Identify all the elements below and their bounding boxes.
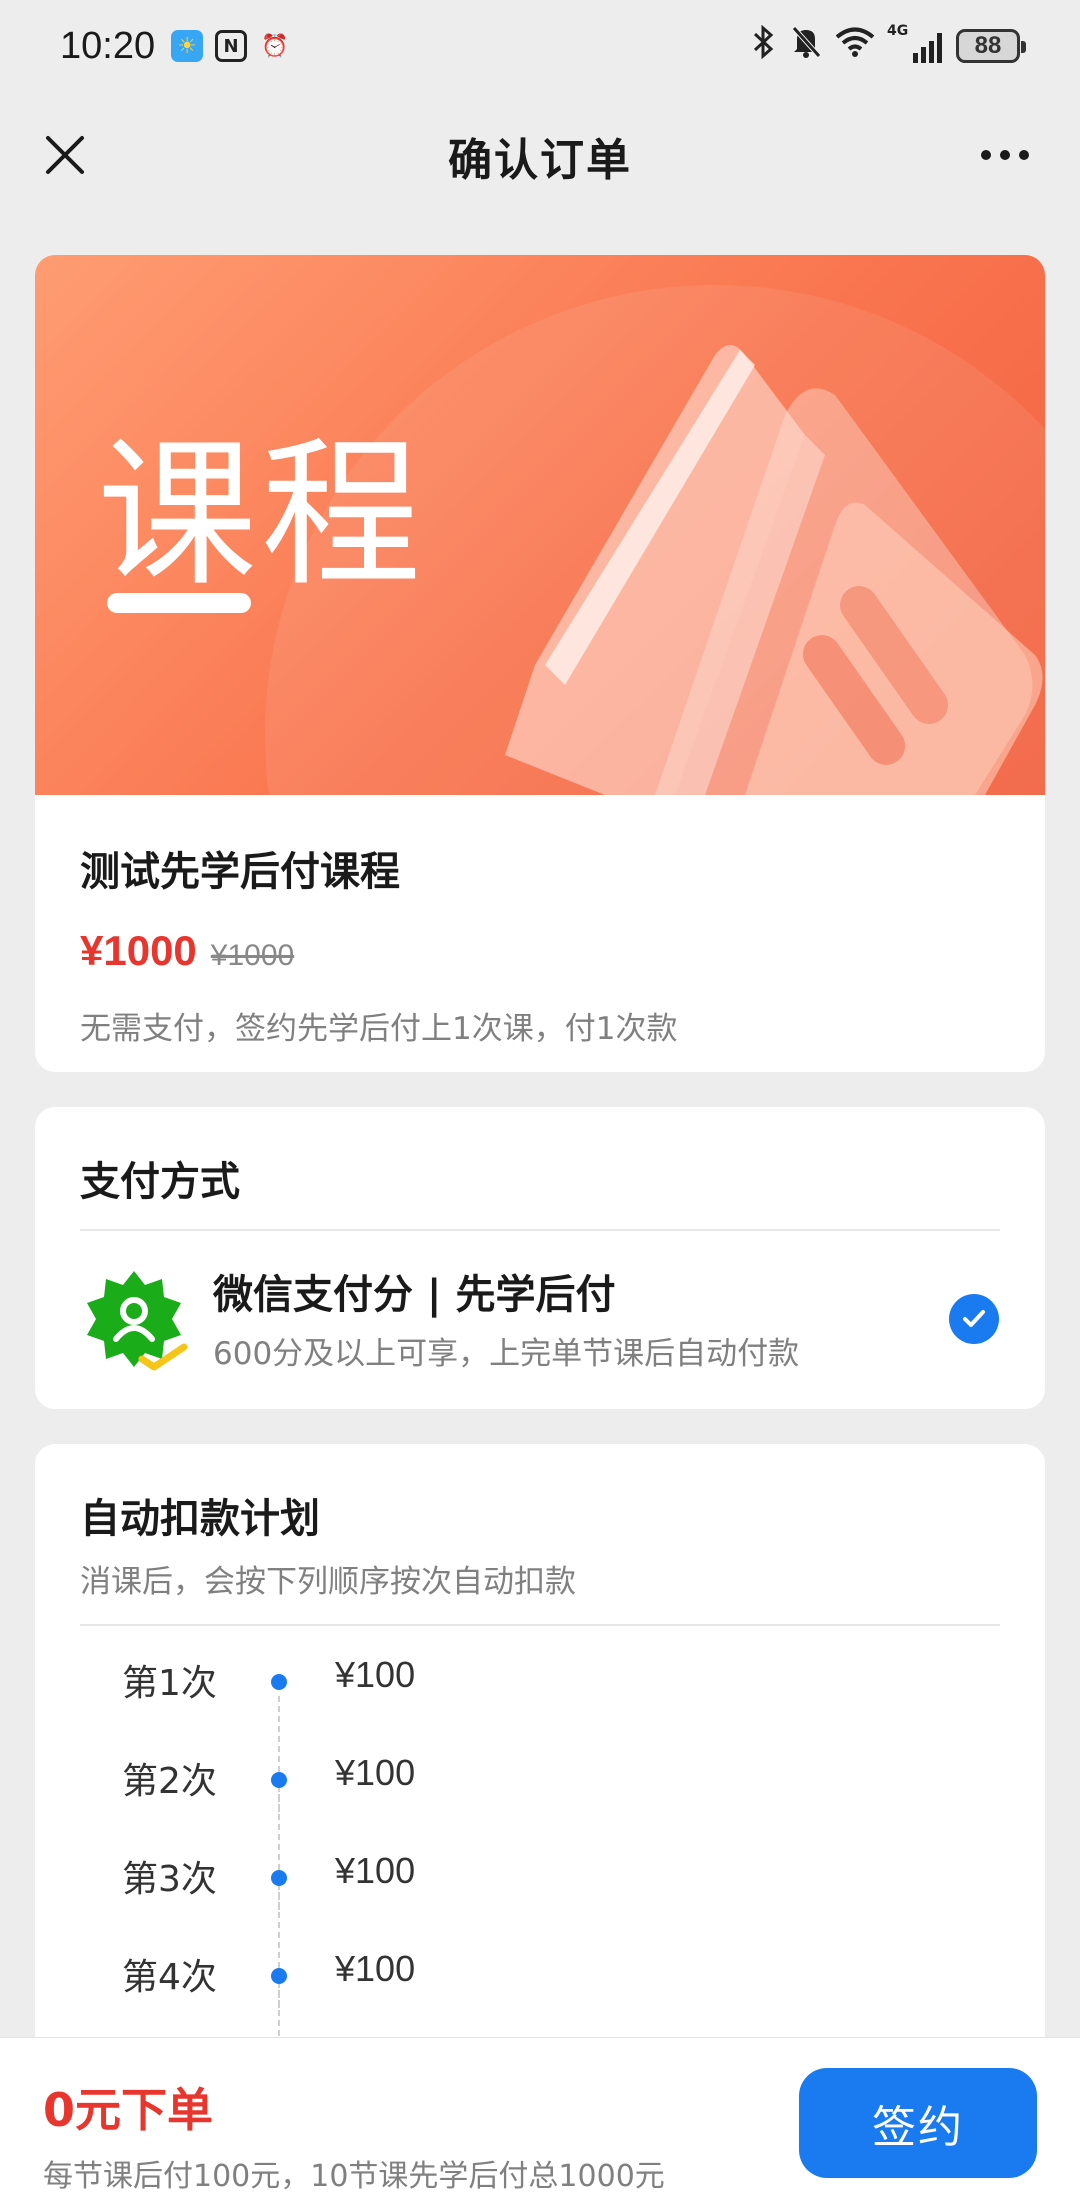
payment-method-card: 支付方式 微信支付分 | 先学后付 600分及以上可享，上完单节课后自动付款 <box>35 1107 1045 1409</box>
order-confirm-page: 10:20 ☀ N ⏰ 4G 88 确认订单 课程 测试先学后付课程 ¥1000… <box>0 0 1080 2204</box>
bottom-action-bar: 0元下单 每节课后付100元，10节课先学后付总1000元 签约 <box>0 2037 1080 2204</box>
payment-method-title: 微信支付分 | 先学后付 <box>213 1272 616 1318</box>
plan-item-amount: ¥100 <box>335 1654 416 1695</box>
wifi-icon <box>835 26 875 66</box>
more-button[interactable] <box>970 120 1040 190</box>
course-title: 测试先学后付课程 <box>80 849 400 895</box>
nfc-icon: N <box>215 30 248 62</box>
check-icon <box>963 1310 985 1327</box>
plan-item: 第2次 ¥100 <box>35 1752 1045 1910</box>
plan-item-amount: ¥100 <box>335 1850 416 1891</box>
alarm-icon: ⏰ <box>261 33 289 59</box>
order-headline: 0元下单 <box>43 2083 214 2137</box>
original-price: ¥1000 <box>210 939 295 972</box>
course-card: 课程 测试先学后付课程 ¥1000 ¥1000 无需支付，签约先学后付上1次课，… <box>35 255 1045 1072</box>
network-type: 4G <box>887 23 909 39</box>
timeline-dot-icon <box>271 1772 287 1788</box>
weather-icon: ☀ <box>171 30 204 62</box>
status-time: 10:20 <box>60 24 156 67</box>
mute-icon <box>791 25 821 67</box>
plan-item-label: 第1次 <box>122 1663 217 1704</box>
page-title: 确认订单 <box>448 135 632 186</box>
plan-item-label: 第3次 <box>122 1859 217 1900</box>
nav-bar: 确认订单 <box>0 92 1080 220</box>
course-description: 无需支付，签约先学后付上1次课，付1次款 <box>80 1011 678 1047</box>
status-right-icons: 4G 88 <box>751 23 1026 67</box>
plan-item-label: 第2次 <box>122 1761 217 1802</box>
order-detail: 每节课后付100元，10节课先学后付总1000元 <box>43 2159 665 2194</box>
plan-item-amount: ¥100 <box>335 1948 416 1989</box>
current-price: ¥1000 <box>80 927 197 974</box>
close-button[interactable] <box>30 120 100 190</box>
payment-method-description: 600分及以上可享，上完单节课后自动付款 <box>213 1336 800 1372</box>
timeline-dot-icon <box>271 1968 287 1984</box>
timeline-dot-icon <box>271 1674 287 1690</box>
banner-underline <box>107 593 251 613</box>
divider <box>80 1624 1000 1626</box>
sign-button[interactable]: 签约 <box>799 2068 1037 2178</box>
payment-section-title: 支付方式 <box>80 1159 240 1205</box>
wechat-pay-score-icon <box>87 1271 188 1371</box>
more-dot-icon <box>981 150 991 160</box>
plan-section-title: 自动扣款计划 <box>80 1496 320 1542</box>
plan-item: 第3次 ¥100 <box>35 1850 1045 2008</box>
book-icon <box>505 345 1043 795</box>
course-info: 测试先学后付课程 ¥1000 ¥1000 无需支付，签约先学后付上1次课，付1次… <box>35 795 1045 1048</box>
payment-selected-checkbox[interactable] <box>949 1294 999 1344</box>
status-left-icons: ☀ N ⏰ <box>171 30 291 62</box>
price-row: ¥1000 ¥1000 <box>80 927 1000 975</box>
status-bar: 10:20 ☀ N ⏰ 4G 88 <box>0 0 1080 92</box>
battery-indicator: 88 <box>956 29 1026 63</box>
bluetooth-icon <box>751 24 777 67</box>
timeline-dot-icon <box>271 1870 287 1886</box>
plan-item-amount: ¥100 <box>335 1752 416 1793</box>
more-dot-icon <box>1019 150 1029 160</box>
plan-item-label: 第4次 <box>122 1957 217 1998</box>
banner-text: 课程 <box>97 421 426 608</box>
plan-item: 第1次 ¥100 <box>35 1654 1045 1812</box>
signal-icon: 4G <box>887 23 942 63</box>
plan-subtitle: 消课后，会按下列顺序按次自动扣款 <box>80 1564 576 1600</box>
more-dot-icon <box>1000 150 1010 160</box>
close-icon <box>46 136 84 174</box>
plan-item: 第4次 ¥100 <box>35 1948 1045 2106</box>
course-banner: 课程 <box>35 255 1045 795</box>
plan-list: 第1次 ¥100 第2次 ¥100 第3次 ¥100 第4次 ¥100 <box>35 1654 1045 2106</box>
